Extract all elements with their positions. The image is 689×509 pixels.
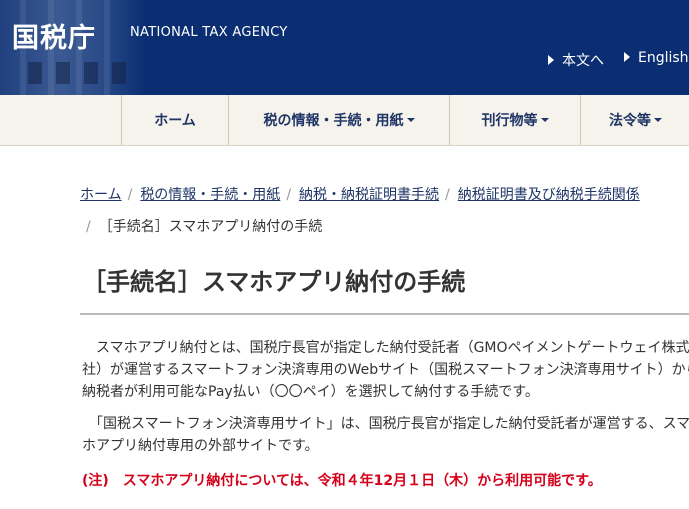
page-title: ［手続名］スマホアプリ納付の手続 [82,268,466,296]
agency-name: NATIONAL TAX AGENCY [130,25,288,40]
nav-item-label: 法令等 [609,113,651,129]
site-header: 国税庁 NATIONAL TAX AGENCY 本文へ English [0,0,689,95]
paragraph-line: ホアプリ納付専用の外部サイトです。 [82,438,319,454]
skip-to-main-link[interactable]: 本文へ [548,50,604,70]
breadcrumb-link-payment[interactable]: 納税・納税証明書手続 [299,187,439,203]
nav-item-label: ホーム [154,113,196,129]
breadcrumb-link-tax-info[interactable]: 税の情報・手続・用紙 [140,187,280,203]
paragraph-line: 社）が運営するスマートフォン決済専用のWebサイト（国税スマートフォン決済専用サ… [82,362,689,378]
triangle-right-icon [548,55,554,65]
caret-down-icon [406,118,415,122]
title-divider [80,313,689,315]
caret-down-icon [654,118,662,122]
triangle-right-icon [624,52,630,62]
nav-item-publications[interactable]: 刊行物等 [449,95,580,145]
breadcrumb-separator: / [127,187,133,203]
site-logo[interactable]: 国税庁 [12,16,96,55]
breadcrumb: ホーム / 税の情報・手続・用紙 / 納税・納税証明書手続 / 納税証明書及び納税手続関係 [80,184,640,204]
english-link[interactable]: English [624,50,689,66]
paragraph-line: 納税者が利用可能なPay払い（〇〇ペイ）を選択して納付する手続です。 [82,384,539,400]
paragraph-line: 「国税スマートフォン決済専用サイト」は、国税庁長官が指定した納付受託者が運営する… [82,416,689,432]
nav-item-label: 刊行物等 [481,113,538,129]
availability-note: (注) スマホアプリ納付については、令和４年12月１日（木）から利用可能です。 [82,473,602,489]
breadcrumb-separator: / [86,219,91,235]
breadcrumb-line2: / ［手続名］スマホアプリ納付の手続 [80,216,322,236]
breadcrumb-link-certificate[interactable]: 納税証明書及び納税手続関係 [458,187,640,203]
paragraph-line: スマホアプリ納付とは、国税庁長官が指定した納付受託者（GMOペイメントゲートウェ… [82,340,689,356]
caret-down-icon [540,118,549,122]
english-label: English [638,50,689,66]
nav-item-tax-info[interactable]: 税の情報・手続・用紙 [228,95,449,145]
breadcrumb-separator: / [445,187,450,203]
skip-to-main-label: 本文へ [562,53,604,69]
nav-item-label: 税の情報・手続・用紙 [263,113,404,129]
breadcrumb-current: ［手続名］スマホアプリ納付の手続 [98,219,323,235]
nav-item-laws[interactable]: 法令等 [580,95,689,145]
breadcrumb-separator: / [286,187,292,203]
global-nav: ホーム 税の情報・手続・用紙 刊行物等 法令等 [0,95,689,146]
breadcrumb-link-home[interactable]: ホーム [80,187,122,203]
nav-item-home[interactable]: ホーム [121,95,228,145]
